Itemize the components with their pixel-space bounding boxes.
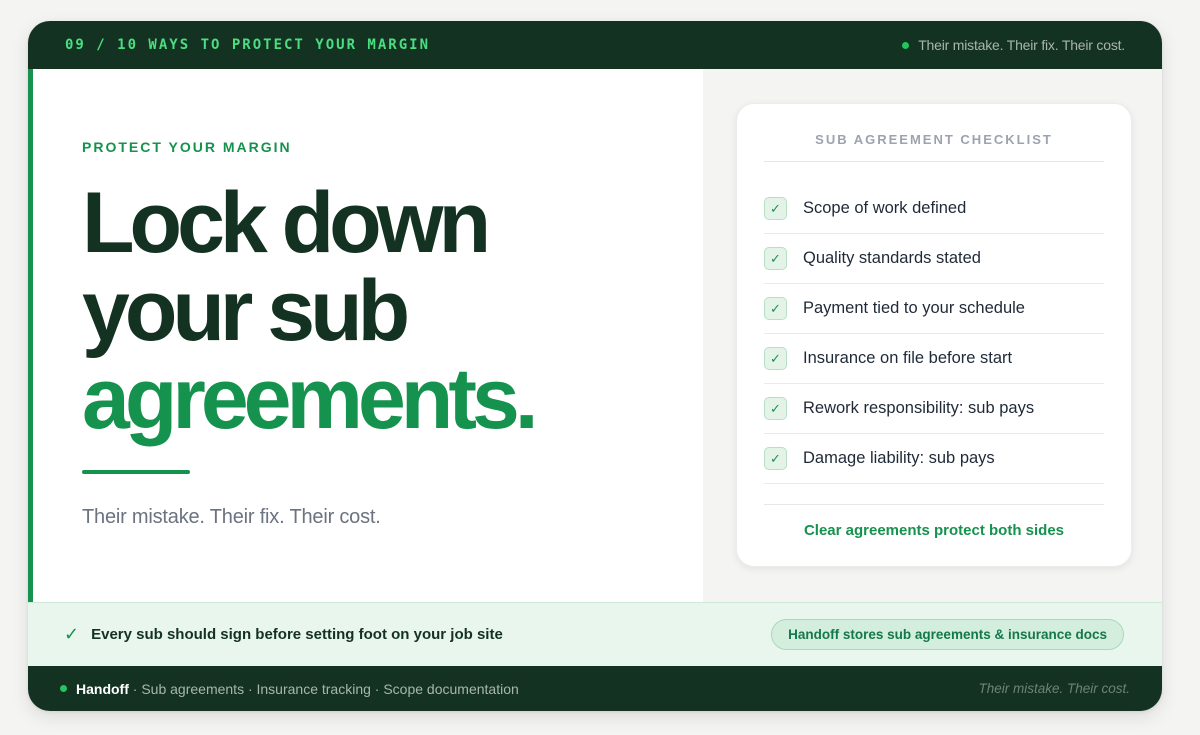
checklist-footer: Clear agreements protect both sides (803, 522, 1065, 539)
footer-feature-list: · Sub agreements · Insurance tracking · … (128, 680, 519, 697)
checkbox-checked-icon: ✓ (764, 397, 787, 420)
checklist-item: ✓ Insurance on file before start (764, 334, 1104, 384)
checklist-item-label: Rework responsibility: sub pays (803, 399, 1035, 417)
brand-dot-icon (60, 685, 67, 692)
checklist-item: ✓ Quality standards stated (764, 234, 1104, 284)
checklist-item: ✓ Scope of work defined (764, 184, 1104, 234)
checkbox-checked-icon: ✓ (764, 347, 787, 370)
series-title: 09 / 10 WAYS TO PROTECT YOUR MARGIN (65, 37, 431, 53)
headline-line-1: Lock down (82, 175, 491, 271)
hero-panel: PROTECT YOUR MARGIN Lock down your sub a… (28, 69, 703, 602)
status-dot-icon (902, 41, 910, 49)
checklist-footer-divider (764, 504, 1104, 505)
eyebrow-label: PROTECT YOUR MARGIN (82, 139, 292, 155)
checklist-item: ✓ Rework responsibility: sub pays (764, 384, 1104, 434)
headline: Lock down your sub agreements. (82, 175, 539, 447)
checklist-items: ✓ Scope of work defined ✓ Quality standa… (764, 184, 1104, 484)
checklist-item: ✓ Damage liability: sub pays (764, 434, 1104, 484)
banner-text: Every sub should sign before setting foo… (91, 626, 503, 643)
footer-bar: Handoff · Sub agreements · Insurance tra… (28, 666, 1162, 711)
headline-line-2: your sub (82, 263, 410, 359)
checkbox-checked-icon: ✓ (764, 447, 787, 470)
checkbox-checked-icon: ✓ (764, 247, 787, 270)
checklist-divider (764, 161, 1104, 162)
checklist-card: SUB AGREEMENT CHECKLIST ✓ Scope of work … (736, 103, 1132, 567)
checklist-item-label: Insurance on file before start (803, 349, 1013, 367)
top-tagline-group: Their mistake. Their fix. Their cost. (902, 37, 1125, 53)
top-bar: 09 / 10 WAYS TO PROTECT YOUR MARGIN Thei… (28, 21, 1162, 69)
footer-brand: Handoff (76, 680, 129, 697)
callout-banner: ✓ Every sub should sign before setting f… (28, 602, 1162, 666)
accent-divider (82, 470, 190, 474)
footer-features: Handoff · Sub agreements · Insurance tra… (60, 681, 519, 697)
checklist-item: ✓ Payment tied to your schedule (764, 284, 1104, 334)
checklist-item-label: Damage liability: sub pays (803, 449, 995, 467)
hero-subline: Their mistake. Their fix. Their cost. (82, 506, 381, 528)
checklist-item-label: Payment tied to your schedule (803, 299, 1025, 317)
checklist-item-label: Scope of work defined (803, 199, 967, 217)
slide-card: 09 / 10 WAYS TO PROTECT YOUR MARGIN Thei… (28, 21, 1162, 711)
banner-message: ✓ Every sub should sign before setting f… (64, 624, 503, 645)
checklist-item-label: Quality standards stated (803, 249, 981, 267)
check-icon: ✓ (64, 624, 80, 644)
headline-line-3: agreements. (82, 351, 539, 447)
checklist-panel: SUB AGREEMENT CHECKLIST ✓ Scope of work … (703, 69, 1162, 602)
checkbox-checked-icon: ✓ (764, 197, 787, 220)
checkbox-checked-icon: ✓ (764, 297, 787, 320)
product-pill-badge: Handoff stores sub agreements & insuranc… (771, 619, 1124, 650)
checklist-title: SUB AGREEMENT CHECKLIST (815, 132, 1053, 147)
footer-tagline: Their mistake. Their cost. (978, 681, 1130, 696)
top-tagline: Their mistake. Their fix. Their cost. (918, 37, 1125, 53)
